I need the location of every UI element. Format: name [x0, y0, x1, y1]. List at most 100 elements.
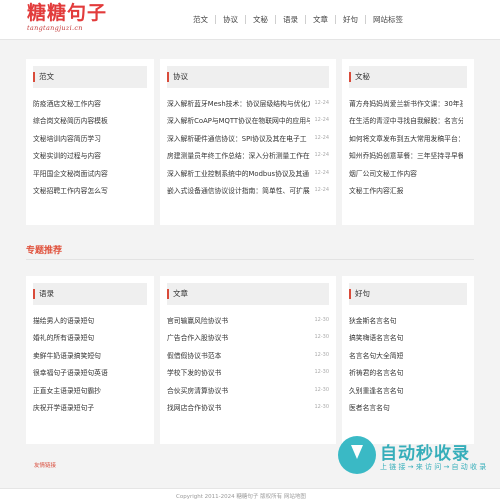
list-item[interactable]: 卖鲜牛奶语录搞笑短句: [33, 346, 147, 364]
list-item[interactable]: 假借假协议书范本 12-30: [167, 346, 329, 364]
list-item[interactable]: 房建测量员年终工作总结：深入分析测量工作在 12-24: [167, 147, 329, 165]
list-item[interactable]: 久别重逢名言名句: [349, 381, 467, 399]
list-item[interactable]: 婚礼的所有语录短句: [33, 329, 147, 347]
list-item[interactable]: 深入解析工业控制系统中的Modbus协议及其通 12-24: [167, 164, 329, 182]
list-item[interactable]: 文秘工作内容汇报: [349, 182, 467, 200]
list-item[interactable]: 名言名句大全简短: [349, 346, 467, 364]
list-item-title[interactable]: 婚礼的所有语录短句: [33, 332, 94, 342]
list-item-title[interactable]: 综合岗文秘简历内容模板: [33, 115, 108, 125]
list-item-title[interactable]: 久别重逢名言名句: [349, 385, 403, 395]
card-title[interactable]: 好句: [355, 283, 370, 305]
watermark-text: 自动秒收录: [380, 444, 470, 464]
list-item-date: 12-30: [314, 386, 329, 393]
card-fanwen: 范文 防疫酒店文秘工作内容 综合岗文秘简历内容模板 文秘培训内容简历学习 文秘实…: [26, 59, 154, 225]
list-item-title[interactable]: 正直女主语录短句霸抄: [33, 385, 101, 395]
card-title[interactable]: 文章: [173, 283, 188, 305]
list-item[interactable]: 嵌入式设备通信协议设计指南：简单性、可扩展 12-24: [167, 182, 329, 200]
card-title[interactable]: 文秘: [355, 66, 370, 88]
list-item-title[interactable]: 文秘培训内容简历学习: [33, 133, 101, 143]
nav-item-xieyi[interactable]: 协议: [215, 14, 245, 24]
list-item-title[interactable]: 深入解析工业控制系统中的Modbus协议及其通: [167, 168, 309, 178]
list-item-title[interactable]: 找网店合作协议书: [167, 402, 221, 412]
list-item-title[interactable]: 广告合作入股协议书: [167, 332, 228, 342]
list-item[interactable]: 文秘培训内容简历学习: [33, 129, 147, 147]
list-item-title[interactable]: 文秘工作内容汇报: [349, 185, 403, 195]
list-item-title[interactable]: 医者名言名句: [349, 402, 390, 412]
card-title[interactable]: 协议: [173, 66, 188, 88]
card-header: 语录: [33, 283, 147, 305]
list-item-title[interactable]: 防疫酒店文秘工作内容: [33, 98, 101, 108]
list-item[interactable]: 深入解析硬件通信协议：SPI协议及其在电子工 12-24: [167, 129, 329, 147]
list-item-title[interactable]: 官司输赢风险协议书: [167, 315, 228, 325]
card-title[interactable]: 范文: [39, 66, 54, 88]
list-item[interactable]: 烟厂公司文秘工作内容: [349, 164, 467, 182]
list-item[interactable]: 描绘男人的语录短句: [33, 311, 147, 329]
list-item[interactable]: 综合岗文秘简历内容模板: [33, 112, 147, 130]
list-item-title[interactable]: 如何将文章发布到五大常用发稿平台：公: [349, 133, 463, 143]
list-item[interactable]: 防疫酒店文秘工作内容: [33, 94, 147, 112]
list-item-title[interactable]: 烟厂公司文秘工作内容: [349, 168, 417, 178]
list-item-date: 12-30: [314, 351, 329, 358]
list-item[interactable]: 找网店合作协议书 12-30: [167, 399, 329, 417]
list-item-title[interactable]: 嵌入式设备通信协议设计指南：简单性、可扩展: [167, 185, 310, 195]
list-item-title[interactable]: 搞笑嗨语名言名句: [349, 332, 403, 342]
list-item[interactable]: 知州乔妈妈创意草餐：三年坚持寻早餐饭: [349, 147, 467, 165]
nav-item-fanwen[interactable]: 范文: [186, 15, 215, 24]
card-header: 文秘: [349, 66, 467, 88]
list-item[interactable]: 在生活的青涩中寻找自我解脱：名言分享: [349, 112, 467, 130]
list-item[interactable]: 官司输赢风险协议书 12-30: [167, 311, 329, 329]
article-list: 狄金斯名言名句 搞笑嗨语名言名句 名言名句大全简短 祈祷君的名言名句 久别重逢名…: [349, 311, 467, 416]
nav-item-wenmi[interactable]: 文秘: [245, 14, 275, 24]
article-list: 描绘男人的语录短句 婚礼的所有语录短句 卖鲜牛奶语录搞笑短句 很幸福句子语录短句…: [33, 311, 147, 416]
list-item-title[interactable]: 莆方舟妈妈尚爱兰新书作文课：30年孩子作文: [349, 98, 463, 108]
list-item[interactable]: 如何将文章发布到五大常用发稿平台：公: [349, 129, 467, 147]
card-header: 文章: [167, 283, 329, 305]
list-item-title[interactable]: 知州乔妈妈创意草餐：三年坚持寻早餐饭: [349, 150, 463, 160]
list-item[interactable]: 深入解析蓝牙Mesh技术：协议层级结构与优化方 12-24: [167, 94, 329, 112]
list-item-title[interactable]: 深入解析蓝牙Mesh技术：协议层级结构与优化方: [167, 98, 310, 108]
list-item-title[interactable]: 深入解析CoAP与MQTT协议在物联网中的应用与: [167, 115, 310, 125]
list-item-title[interactable]: 卖鲜牛奶语录搞笑短句: [33, 350, 101, 360]
nav-item-haoju[interactable]: 好句: [335, 14, 365, 24]
list-item-title[interactable]: 在生活的青涩中寻找自我解脱：名言分享: [349, 115, 463, 125]
list-item[interactable]: 正直女主语录短句霸抄: [33, 381, 147, 399]
nav-item-wenzhang[interactable]: 文章: [305, 14, 335, 24]
list-item-title[interactable]: 房建测量员年终工作总结：深入分析测量工作在: [167, 150, 310, 160]
list-item-title[interactable]: 描绘男人的语录短句: [33, 315, 94, 325]
list-item[interactable]: 深入解析CoAP与MQTT协议在物联网中的应用与 12-24: [167, 112, 329, 130]
list-item-title[interactable]: 狄金斯名言名句: [349, 315, 397, 325]
list-item-title[interactable]: 祈祷君的名言名句: [349, 367, 403, 377]
list-item-title[interactable]: 假借假协议书范本: [167, 350, 221, 360]
site-logo[interactable]: 糖糖句子 tangtangjuzi.cn: [27, 2, 107, 36]
list-item-title[interactable]: 学校下发的协议书: [167, 367, 221, 377]
list-item[interactable]: 祈祷君的名言名句: [349, 364, 467, 382]
list-item-title[interactable]: 庆祝开学语录短句子: [33, 402, 94, 412]
section-title: 专题推荐: [26, 246, 63, 256]
list-item-title[interactable]: 文秘实训的过程与内容: [33, 150, 101, 160]
list-item-title[interactable]: 文秘招聘工作内容怎么写: [33, 185, 108, 195]
list-item-date: 12-24: [314, 187, 329, 194]
list-item[interactable]: 文秘实训的过程与内容: [33, 147, 147, 165]
article-list: 防疫酒店文秘工作内容 综合岗文秘简历内容模板 文秘培训内容简历学习 文秘实训的过…: [33, 94, 147, 199]
list-item-title[interactable]: 合伙买房清算协议书: [167, 385, 228, 395]
list-item-title[interactable]: 很幸福句子语录短句英语: [33, 367, 108, 377]
list-item[interactable]: 搞笑嗨语名言名句: [349, 329, 467, 347]
header-accent-bar: [33, 72, 35, 82]
card-title[interactable]: 语录: [39, 283, 54, 305]
list-item-date: 12-30: [314, 404, 329, 411]
list-item[interactable]: 合伙买房清算协议书 12-30: [167, 381, 329, 399]
list-item-title[interactable]: 平阳国企文秘岗面试内容: [33, 168, 108, 178]
list-item-title[interactable]: 深入解析硬件通信协议：SPI协议及其在电子工: [167, 133, 307, 143]
list-item[interactable]: 庆祝开学语录短句子: [33, 399, 147, 417]
list-item[interactable]: 平阳国企文秘岗面试内容: [33, 164, 147, 182]
list-item[interactable]: 莆方舟妈妈尚爱兰新书作文课：30年孩子作文: [349, 94, 467, 112]
nav-item-yulu[interactable]: 语录: [275, 14, 305, 24]
list-item[interactable]: 很幸福句子语录短句英语: [33, 364, 147, 382]
list-item[interactable]: 文秘招聘工作内容怎么写: [33, 182, 147, 200]
list-item[interactable]: 学校下发的协议书 12-30: [167, 364, 329, 382]
list-item[interactable]: 医者名言名句: [349, 399, 467, 417]
list-item-title[interactable]: 名言名句大全简短: [349, 350, 403, 360]
nav-item-tags[interactable]: 网站标签: [365, 14, 410, 24]
list-item[interactable]: 广告合作入股协议书 12-30: [167, 329, 329, 347]
list-item[interactable]: 狄金斯名言名句: [349, 311, 467, 329]
